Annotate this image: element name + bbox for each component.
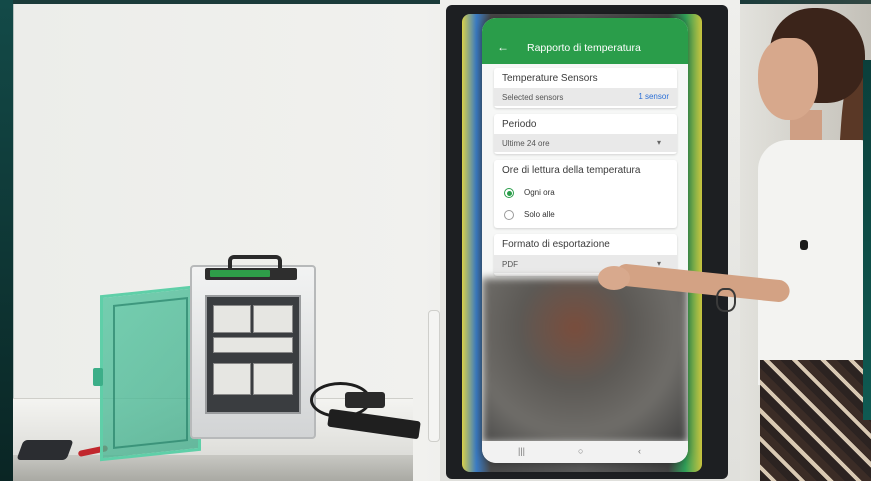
android-nav-bar: ||| ○ ‹ (482, 441, 688, 463)
radio-label-only-at: Solo alle (524, 210, 555, 219)
cabinet-interior (205, 295, 301, 414)
lapel-microphone (800, 240, 808, 250)
period-value: Ultime 24 ore (502, 139, 550, 148)
selected-sensors-count[interactable]: 1 sensor (638, 92, 669, 101)
arm-tattoo (716, 288, 736, 312)
reading-heading: Ore di lettura della temperatura (502, 165, 641, 176)
chevron-down-icon[interactable]: ▾ (657, 138, 661, 147)
selected-sensors-label: Selected sensors (502, 93, 564, 102)
breaker-module (213, 363, 251, 395)
cabinet-door-frame (113, 297, 188, 449)
radio-only-at[interactable] (504, 210, 514, 220)
radio-label-every-hour: Ogni ora (524, 188, 555, 197)
period-card[interactable]: Periodo Ultime 24 ore ▾ (494, 114, 677, 154)
arrow-left-icon[interactable]: ← (497, 40, 509, 54)
white-blouse (758, 140, 871, 385)
right-frame-edge (863, 60, 871, 420)
smartphone-on-table (16, 440, 74, 460)
left-frame-edge (0, 0, 13, 481)
radio-every-hour[interactable] (504, 188, 514, 198)
phone-app-screen: ← Rapporto di temperatura Temperature Se… (482, 18, 688, 463)
breaker-module (213, 337, 293, 353)
sensors-card[interactable]: Temperature Sensors Selected sensors 1 s… (494, 68, 677, 108)
door-latch (93, 368, 103, 386)
plug (345, 392, 385, 408)
app-bar: ← Rapporto di temperatura (482, 18, 688, 64)
app-title: Rapporto di temperatura (527, 42, 641, 54)
cabinet-brand-label (210, 270, 270, 277)
pointing-hand (598, 266, 630, 290)
sensors-heading: Temperature Sensors (502, 73, 598, 84)
reading-card: Ore di lettura della temperatura Ogni or… (494, 160, 677, 228)
recent-apps-icon[interactable]: ||| (518, 446, 525, 456)
breaker-module (213, 305, 251, 333)
photo-scene: ← Rapporto di temperatura Temperature Se… (0, 0, 871, 481)
breaker-module (253, 305, 293, 333)
export-heading: Formato di esportazione (502, 239, 610, 250)
home-icon[interactable]: ○ (578, 446, 583, 456)
table-edge (13, 455, 413, 481)
cabinet-door (100, 284, 201, 462)
period-heading-text: Periodo (502, 119, 537, 130)
blurred-background-content (482, 278, 688, 443)
patterned-pants (760, 360, 871, 481)
back-nav-icon[interactable]: ‹ (638, 446, 641, 456)
export-value: PDF (502, 260, 518, 269)
stylus-pen (428, 310, 440, 442)
face (758, 38, 818, 120)
breaker-module (253, 363, 293, 395)
